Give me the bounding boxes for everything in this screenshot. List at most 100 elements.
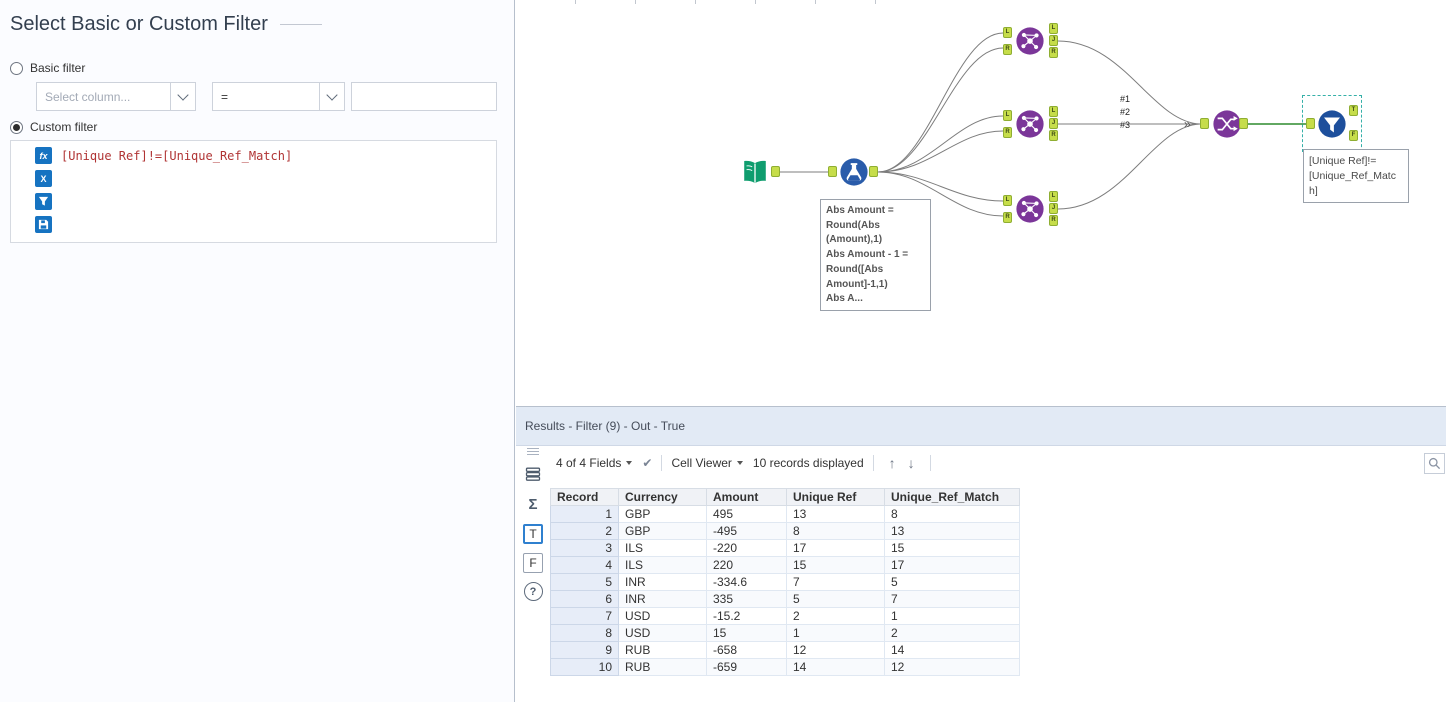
output-anchor[interactable] (869, 166, 878, 177)
right-output-anchor[interactable]: R (1049, 47, 1058, 58)
data-cell[interactable]: 15 (706, 624, 787, 642)
input-data-tool[interactable] (740, 157, 782, 187)
record-number-cell[interactable]: 3 (550, 539, 619, 557)
data-cell[interactable]: 2 (786, 607, 885, 625)
input-anchor[interactable] (1200, 118, 1209, 129)
filter-tool[interactable]: T F (1306, 104, 1358, 144)
panel-grip-icon[interactable] (527, 448, 539, 457)
output-anchor[interactable] (1239, 118, 1248, 129)
data-cell[interactable]: 14 (884, 641, 1020, 659)
join-output-anchor[interactable]: J (1049, 35, 1058, 46)
record-number-cell[interactable]: 2 (550, 522, 619, 540)
input-anchor[interactable] (828, 166, 837, 177)
data-cell[interactable]: INR (618, 590, 707, 608)
column-select-chevron-button[interactable] (170, 83, 195, 110)
results-grid-icon[interactable] (523, 464, 543, 484)
column-header-unique-ref[interactable]: Unique Ref (786, 488, 885, 506)
data-cell[interactable]: -658 (706, 641, 787, 659)
join-tool-2[interactable]: L R L J R (1003, 106, 1059, 142)
data-cell[interactable]: GBP (618, 522, 707, 540)
workflow-canvas[interactable]: #1 #2 #3 » L R L J R L R L J R L R L J R… (516, 0, 1446, 406)
operator-chevron-button[interactable] (319, 83, 344, 110)
record-number-cell[interactable]: 7 (550, 607, 619, 625)
radio-circle-icon[interactable] (10, 61, 23, 75)
data-cell[interactable]: 7 (884, 590, 1020, 608)
search-button[interactable] (1424, 453, 1445, 474)
column-header-amount[interactable]: Amount (706, 488, 787, 506)
data-cell[interactable]: RUB (618, 641, 707, 659)
data-cell[interactable]: RUB (618, 658, 707, 676)
apply-checkmark-dropdown[interactable] (642, 456, 652, 470)
table-row[interactable]: 7 USD -15.2 2 1 (550, 607, 1020, 625)
table-row[interactable]: 1 GBP 495 13 8 (550, 505, 1020, 523)
true-output-anchor[interactable]: T (1349, 105, 1358, 116)
data-cell[interactable]: 15 (884, 539, 1020, 557)
column-header-record[interactable]: Record (550, 488, 619, 506)
data-cell[interactable]: -495 (706, 522, 787, 540)
right-input-anchor[interactable]: R (1003, 127, 1012, 138)
formula-expression-editor[interactable]: [Unique Ref]!=[Unique_Ref_Match] (10, 140, 497, 243)
data-cell[interactable]: 13 (884, 522, 1020, 540)
data-cell[interactable]: 335 (706, 590, 787, 608)
data-cell[interactable]: 15 (786, 556, 885, 574)
join-output-anchor[interactable]: J (1049, 203, 1058, 214)
table-row[interactable]: 10 RUB -659 14 12 (550, 658, 1020, 676)
help-icon[interactable] (523, 582, 543, 601)
formula-expression-text[interactable]: [Unique Ref]!=[Unique_Ref_Match] (61, 149, 292, 163)
column-header-currency[interactable]: Currency (618, 488, 707, 506)
metadata-sigma-icon[interactable] (523, 494, 543, 514)
false-output-tab[interactable]: F (523, 553, 543, 573)
fields-dropdown[interactable]: 4 of 4 Fields (556, 456, 633, 470)
radio-circle-icon[interactable] (10, 120, 23, 134)
column-select-dropdown[interactable]: Select column... (36, 82, 196, 111)
formula-tool[interactable] (828, 157, 878, 187)
data-cell[interactable]: -659 (706, 658, 787, 676)
data-cell[interactable]: 12 (786, 641, 885, 659)
operator-dropdown[interactable]: = (212, 82, 345, 111)
data-cell[interactable]: 1 (786, 624, 885, 642)
output-anchor[interactable] (771, 166, 780, 177)
record-number-cell[interactable]: 10 (550, 658, 619, 676)
record-number-cell[interactable]: 8 (550, 624, 619, 642)
table-row[interactable]: 2 GBP -495 8 13 (550, 522, 1020, 540)
table-row[interactable]: 5 INR -334.6 7 5 (550, 573, 1020, 591)
basic-filter-radio[interactable]: Basic filter (10, 61, 85, 75)
data-cell[interactable]: 5 (884, 573, 1020, 591)
custom-filter-radio[interactable]: Custom filter (10, 120, 97, 134)
data-cell[interactable]: 5 (786, 590, 885, 608)
functions-icon[interactable] (35, 147, 52, 164)
table-row[interactable]: 6 INR 335 5 7 (550, 590, 1020, 608)
left-input-anchor[interactable]: L (1003, 195, 1012, 206)
variables-icon[interactable] (35, 170, 52, 187)
true-output-tab[interactable]: T (523, 524, 543, 544)
record-number-cell[interactable]: 6 (550, 590, 619, 608)
table-row[interactable]: 3 ILS -220 17 15 (550, 539, 1020, 557)
data-cell[interactable]: 7 (786, 573, 885, 591)
input-anchor[interactable] (1306, 118, 1315, 129)
data-cell[interactable]: USD (618, 607, 707, 625)
record-number-cell[interactable]: 5 (550, 573, 619, 591)
left-output-anchor[interactable]: L (1049, 106, 1058, 117)
previous-record-button[interactable] (883, 455, 902, 471)
left-output-anchor[interactable]: L (1049, 191, 1058, 202)
right-output-anchor[interactable]: R (1049, 215, 1058, 226)
union-tool[interactable] (1200, 109, 1248, 139)
data-cell[interactable]: 8 (786, 522, 885, 540)
data-cell[interactable]: 495 (706, 505, 787, 523)
data-cell[interactable]: ILS (618, 539, 707, 557)
data-cell[interactable]: USD (618, 624, 707, 642)
filter-value-input[interactable] (351, 82, 497, 111)
next-record-button[interactable] (902, 455, 921, 471)
data-cell[interactable]: -220 (706, 539, 787, 557)
record-number-cell[interactable]: 4 (550, 556, 619, 574)
data-cell[interactable]: 13 (786, 505, 885, 523)
data-cell[interactable]: -334.6 (706, 573, 787, 591)
data-cell[interactable]: 1 (884, 607, 1020, 625)
table-row[interactable]: 8 USD 15 1 2 (550, 624, 1020, 642)
column-header-unique-ref-match[interactable]: Unique_Ref_Match (884, 488, 1020, 506)
data-cell[interactable]: -15.2 (706, 607, 787, 625)
join-tool-3[interactable]: L R L J R (1003, 191, 1059, 227)
data-cell[interactable]: ILS (618, 556, 707, 574)
data-cell[interactable]: 17 (884, 556, 1020, 574)
save-expression-icon[interactable] (35, 216, 52, 233)
